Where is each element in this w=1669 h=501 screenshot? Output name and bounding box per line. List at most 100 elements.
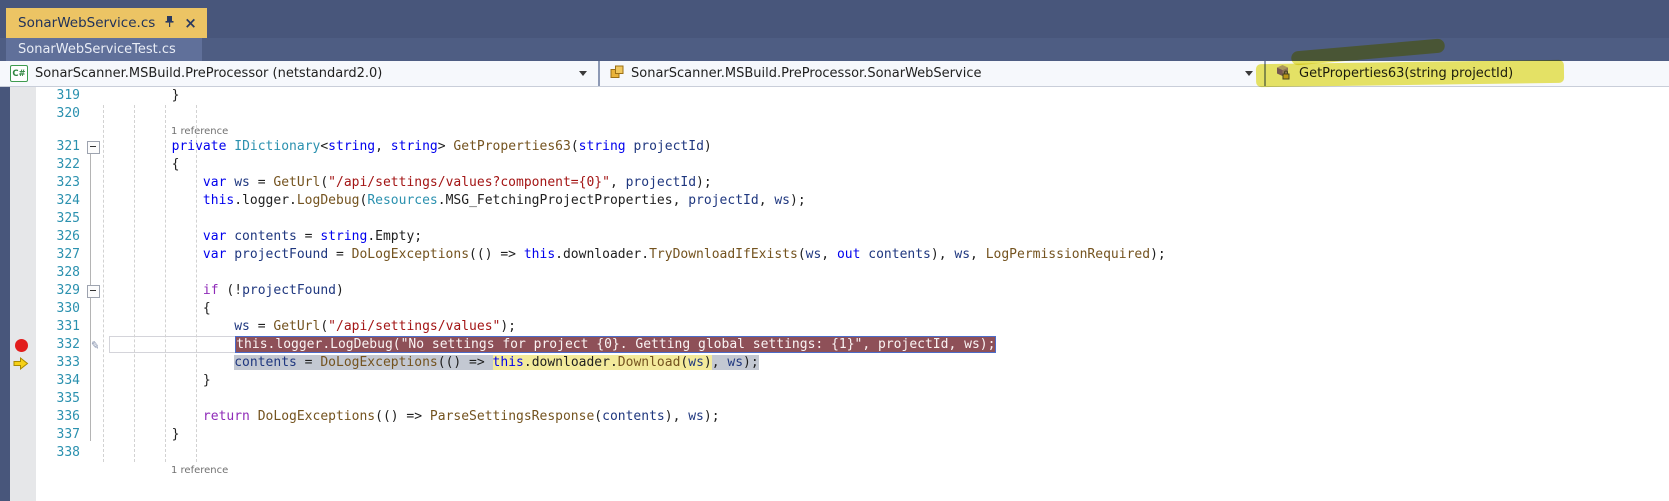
fold-margin[interactable] bbox=[86, 246, 106, 264]
line-number: 333 bbox=[56, 355, 80, 370]
fold-margin[interactable] bbox=[86, 354, 106, 372]
fold-margin[interactable] bbox=[86, 300, 106, 318]
project-dropdown[interactable]: C# SonarScanner.MSBuild.PreProcessor (ne… bbox=[0, 61, 600, 86]
fold-margin[interactable] bbox=[86, 174, 106, 192]
code-line[interactable]: 331 ws = GetUrl("/api/settings/values"); bbox=[0, 318, 1669, 336]
line-margin[interactable] bbox=[10, 282, 36, 300]
code-line[interactable]: 321 private IDictionary<string, string> … bbox=[0, 138, 1669, 156]
line-number bbox=[36, 123, 86, 138]
code-text: var projectFound = DoLogExceptions(() =>… bbox=[202, 247, 1166, 262]
line-margin[interactable] bbox=[10, 246, 36, 264]
line-margin[interactable] bbox=[10, 354, 36, 372]
fold-margin[interactable] bbox=[86, 264, 106, 282]
line-margin[interactable] bbox=[10, 318, 36, 336]
code-editor[interactable]: 319 } 320 1 reference 321 private IDictiona… bbox=[0, 87, 1669, 501]
fold-margin[interactable] bbox=[86, 444, 106, 462]
line-margin[interactable] bbox=[10, 192, 36, 210]
line-margin[interactable] bbox=[10, 138, 36, 156]
chevron-down-icon[interactable] bbox=[579, 71, 587, 76]
line-number: 330 bbox=[56, 301, 80, 316]
line-margin[interactable] bbox=[10, 444, 36, 462]
code-line[interactable]: 325 bbox=[0, 210, 1669, 228]
code-line[interactable]: 337 } bbox=[0, 426, 1669, 444]
code-line[interactable]: 338 bbox=[0, 444, 1669, 462]
pin-icon[interactable] bbox=[164, 15, 175, 32]
code-text: { bbox=[109, 157, 180, 172]
code-text: } bbox=[109, 88, 180, 103]
close-icon[interactable]: × bbox=[184, 15, 197, 31]
type-dropdown[interactable]: SonarScanner.MSBuild.PreProcessor.SonarW… bbox=[600, 61, 1266, 86]
line-margin[interactable] bbox=[10, 228, 36, 246]
fold-margin[interactable] bbox=[86, 462, 106, 477]
line-margin[interactable] bbox=[10, 336, 36, 354]
line-number: 321 bbox=[56, 139, 80, 154]
fold-margin[interactable] bbox=[86, 105, 106, 123]
breakpoint-icon[interactable] bbox=[15, 338, 28, 352]
line-margin[interactable] bbox=[10, 156, 36, 174]
code-line[interactable]: 333 contents = DoLogExceptions(() => thi… bbox=[0, 354, 1669, 372]
collapse-icon[interactable] bbox=[87, 141, 100, 154]
fold-margin[interactable] bbox=[86, 390, 106, 408]
code-line[interactable]: 326 var contents = string.Empty; bbox=[0, 228, 1669, 246]
code-line[interactable]: 334 } bbox=[0, 372, 1669, 390]
code-line[interactable]: 324 this.logger.LogDebug(Resources.MSG_F… bbox=[0, 192, 1669, 210]
fold-margin[interactable] bbox=[86, 138, 106, 156]
codelens-references[interactable]: 1 reference bbox=[171, 126, 228, 137]
fold-margin[interactable] bbox=[86, 210, 106, 228]
line-number: 328 bbox=[56, 265, 80, 280]
line-margin[interactable] bbox=[10, 123, 36, 138]
code-line[interactable]: 335 bbox=[0, 390, 1669, 408]
tab-bar: SonarWebService.cs × bbox=[0, 8, 1669, 38]
codelens-row[interactable]: 1 reference bbox=[0, 462, 1669, 477]
fold-margin[interactable] bbox=[86, 156, 106, 174]
collapse-icon[interactable] bbox=[87, 285, 100, 298]
code-line[interactable]: 320 bbox=[0, 105, 1669, 123]
line-margin[interactable] bbox=[10, 390, 36, 408]
codelens-references[interactable]: 1 reference bbox=[171, 465, 228, 476]
fold-margin[interactable] bbox=[86, 318, 106, 336]
fold-margin[interactable] bbox=[86, 408, 106, 426]
fold-margin[interactable] bbox=[86, 282, 106, 300]
line-margin[interactable] bbox=[10, 210, 36, 228]
line-number: 336 bbox=[56, 409, 80, 424]
code-line[interactable]: 323 var ws = GetUrl("/api/settings/value… bbox=[0, 174, 1669, 192]
line-margin[interactable] bbox=[10, 408, 36, 426]
fold-margin[interactable] bbox=[86, 336, 106, 354]
line-margin[interactable] bbox=[10, 462, 36, 477]
code-line[interactable]: 329 if (!projectFound) bbox=[0, 282, 1669, 300]
fold-margin[interactable] bbox=[86, 123, 106, 138]
code-line[interactable]: 332 ✎ this.logger.LogDebug("No settings f… bbox=[0, 336, 1669, 354]
fold-margin[interactable] bbox=[86, 87, 106, 105]
code-text: 1 reference bbox=[106, 462, 1669, 477]
code-text: var contents = string.Empty; bbox=[202, 229, 423, 244]
line-margin[interactable] bbox=[10, 264, 36, 282]
fold-margin[interactable] bbox=[86, 228, 106, 246]
navigation-bar: C# SonarScanner.MSBuild.PreProcessor (ne… bbox=[0, 61, 1669, 87]
tab-sonarwebservicetest[interactable]: SonarWebServiceTest.cs bbox=[6, 38, 202, 61]
line-margin[interactable] bbox=[10, 372, 36, 390]
code-line[interactable]: 319 } bbox=[0, 87, 1669, 105]
codelens-row[interactable]: 1 reference bbox=[0, 123, 1669, 138]
code-line[interactable]: 336 return DoLogExceptions(() => ParseSe… bbox=[0, 408, 1669, 426]
line-margin[interactable] bbox=[10, 300, 36, 318]
tab-sonarwebservice[interactable]: SonarWebService.cs × bbox=[6, 8, 207, 38]
fold-margin[interactable] bbox=[86, 192, 106, 210]
line-margin[interactable] bbox=[10, 174, 36, 192]
fold-margin[interactable] bbox=[86, 426, 106, 444]
code-line[interactable]: 328 bbox=[0, 264, 1669, 282]
code-line[interactable]: 327 var projectFound = DoLogExceptions((… bbox=[0, 246, 1669, 264]
code-line[interactable]: 322 { bbox=[0, 156, 1669, 174]
tab-label: SonarWebService.cs bbox=[18, 15, 156, 31]
chevron-down-icon[interactable] bbox=[1245, 71, 1253, 76]
fold-margin[interactable] bbox=[86, 372, 106, 390]
line-margin[interactable] bbox=[10, 105, 36, 123]
line-number: 323 bbox=[56, 175, 80, 190]
line-margin[interactable] bbox=[10, 426, 36, 444]
member-dropdown[interactable]: GetProperties63(string projectId) bbox=[1266, 61, 1669, 86]
selection-lead-box bbox=[109, 336, 236, 353]
line-number: 329 bbox=[56, 283, 80, 298]
line-margin[interactable] bbox=[10, 87, 36, 105]
code-line[interactable]: 330 { bbox=[0, 300, 1669, 318]
